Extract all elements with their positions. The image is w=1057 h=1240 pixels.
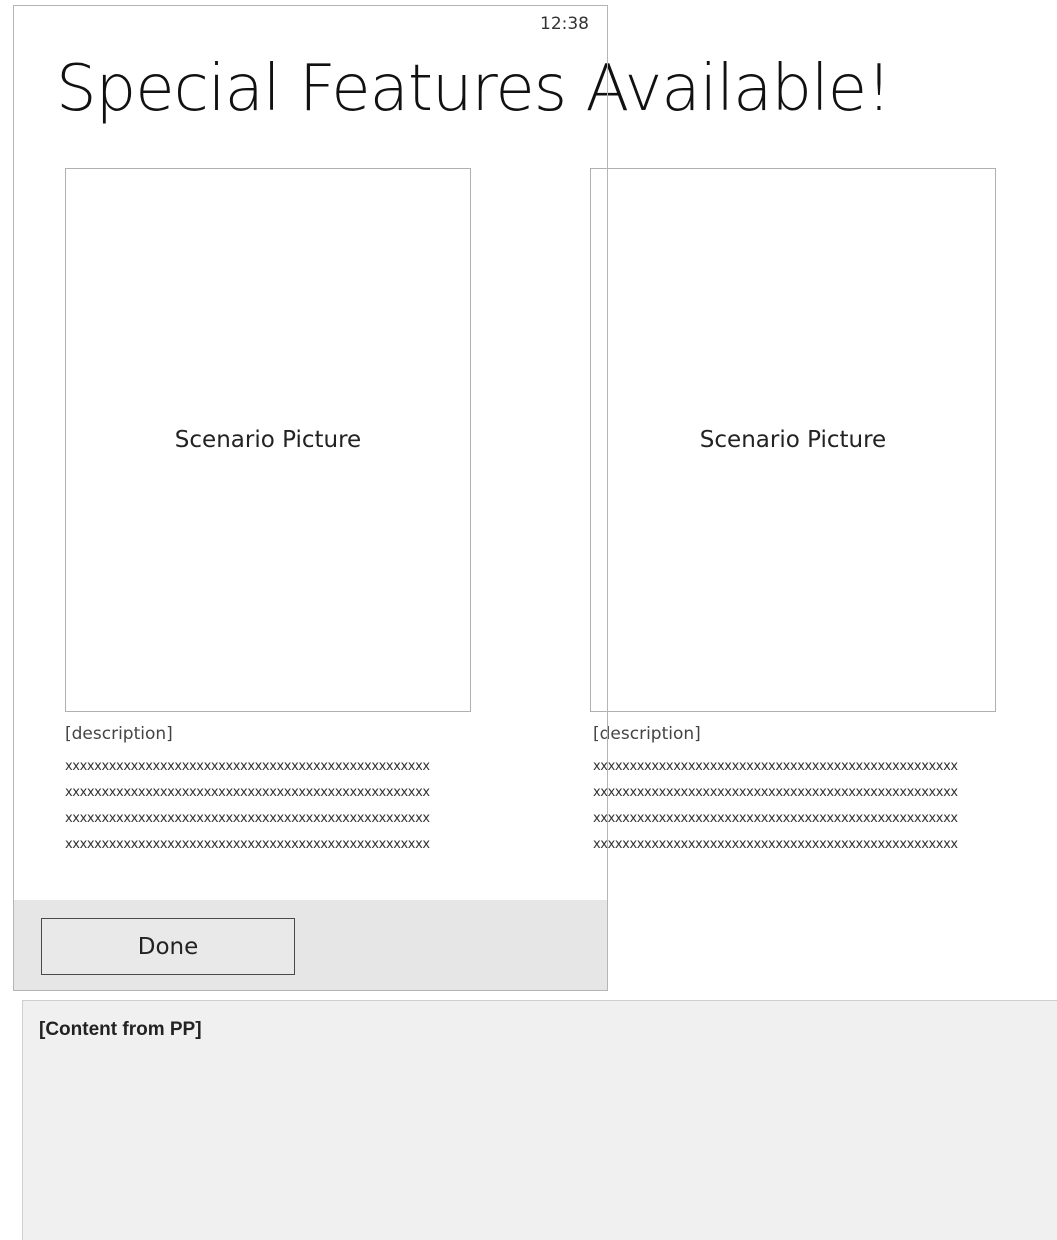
description-line: xxxxxxxxxxxxxxxxxxxxxxxxxxxxxxxxxxxxxxxx…: [593, 785, 958, 800]
description-line: xxxxxxxxxxxxxxxxxxxxxxxxxxxxxxxxxxxxxxxx…: [593, 837, 958, 852]
description-line: xxxxxxxxxxxxxxxxxxxxxxxxxxxxxxxxxxxxxxxx…: [65, 811, 430, 826]
description-line: xxxxxxxxxxxxxxxxxxxxxxxxxxxxxxxxxxxxxxxx…: [65, 759, 430, 774]
page-title: Special Features Available!: [56, 52, 892, 126]
notes-title: [Content from PP]: [39, 1019, 202, 1040]
description-label: [description]: [593, 724, 701, 744]
description-line: xxxxxxxxxxxxxxxxxxxxxxxxxxxxxxxxxxxxxxxx…: [65, 785, 430, 800]
description-text: xxxxxxxxxxxxxxxxxxxxxxxxxxxxxxxxxxxxxxxx…: [65, 754, 535, 858]
description-label: [description]: [65, 724, 173, 744]
description-line: xxxxxxxxxxxxxxxxxxxxxxxxxxxxxxxxxxxxxxxx…: [593, 759, 958, 774]
description-text: xxxxxxxxxxxxxxxxxxxxxxxxxxxxxxxxxxxxxxxx…: [593, 754, 1057, 858]
scenario-picture-card-2[interactable]: Scenario Picture: [590, 168, 996, 712]
description-line: xxxxxxxxxxxxxxxxxxxxxxxxxxxxxxxxxxxxxxxx…: [65, 837, 430, 852]
status-bar-time: 12:38: [540, 14, 589, 34]
scenario-picture-card-1[interactable]: Scenario Picture: [65, 168, 471, 712]
done-button[interactable]: Done: [41, 918, 295, 975]
description-line: xxxxxxxxxxxxxxxxxxxxxxxxxxxxxxxxxxxxxxxx…: [593, 811, 958, 826]
scenario-picture-label: Scenario Picture: [699, 427, 887, 453]
notes-panel: [Content from PP]: [22, 1000, 1057, 1240]
scenario-picture-label: Scenario Picture: [174, 427, 362, 453]
